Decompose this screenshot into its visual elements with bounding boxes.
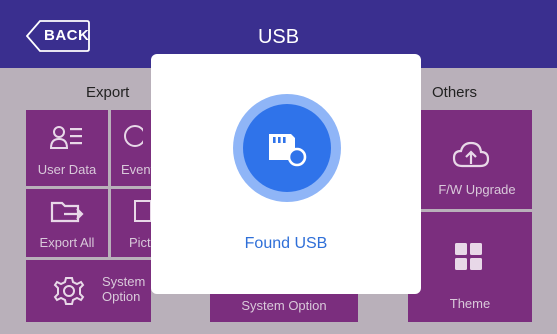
tile-picture-label: Picture <box>129 235 151 250</box>
tile-fw-upgrade[interactable]: F/W Upgrade <box>408 110 532 209</box>
tile-theme[interactable]: Theme <box>408 212 532 322</box>
cloud-upload-icon <box>452 141 490 168</box>
tile-export-all-label: Export All <box>39 235 95 250</box>
tile-event-label: Event <box>121 162 151 177</box>
page-title: USB <box>257 26 300 48</box>
picture-icon <box>134 200 152 222</box>
gear-icon <box>53 277 85 305</box>
tile-picture[interactable]: Picture <box>111 189 152 257</box>
found-usb-message: Found USB <box>244 235 328 252</box>
found-usb-dialog: Found USB <box>151 54 421 294</box>
usb-drive-icon <box>269 134 307 167</box>
user-list-icon <box>50 126 82 149</box>
tile-system-option-left[interactable]: System Option <box>26 260 151 322</box>
section-others-label: Others <box>432 84 478 101</box>
tile-user-data[interactable]: User Data <box>26 110 108 186</box>
usb-screen: BACK USB Export Others User Data Event E… <box>0 0 557 334</box>
export-folder-icon <box>50 201 84 223</box>
tile-user-data-label: User Data <box>37 162 97 177</box>
tile-event[interactable]: Event <box>111 110 151 186</box>
tile-theme-label: Theme <box>449 296 491 311</box>
tile-export-all[interactable]: Export All <box>26 189 108 257</box>
tile-fw-upgrade-label: F/W Upgrade <box>438 182 516 197</box>
section-export-label: Export <box>86 84 130 101</box>
event-icon <box>124 125 143 147</box>
theme-grid-icon <box>455 243 482 270</box>
tile-system-option-center-label: System Option <box>241 298 327 313</box>
